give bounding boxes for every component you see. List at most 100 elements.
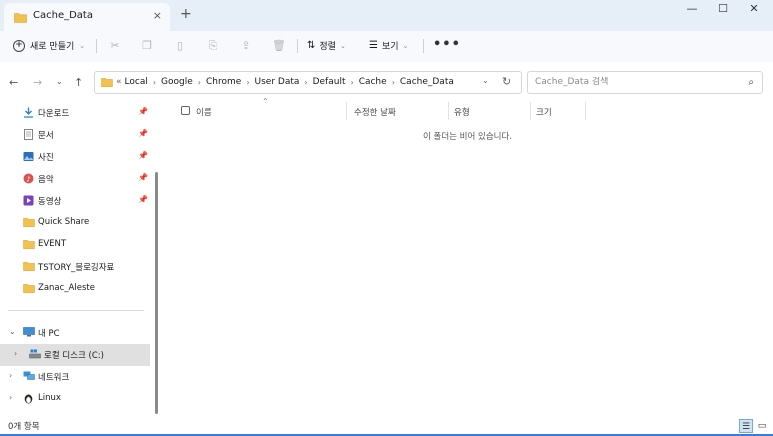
folder-icon bbox=[23, 283, 35, 294]
column-divider[interactable] bbox=[346, 102, 347, 120]
chevron-right-icon[interactable]: › bbox=[14, 349, 17, 358]
sidebar-item-music[interactable]: ♪ 음악 📌 bbox=[0, 168, 150, 190]
address-row: ← → ⌄ ↑ « Local › Google › Chrome › User… bbox=[0, 62, 773, 102]
chevron-down-icon[interactable]: ⌄ bbox=[9, 327, 16, 336]
back-arrow-icon[interactable]: ← bbox=[9, 76, 18, 89]
plus-icon: + bbox=[13, 39, 25, 52]
column-divider[interactable] bbox=[448, 102, 449, 120]
sort-button[interactable]: ⇅ 정렬 ⌄ bbox=[307, 39, 346, 52]
up-arrow-icon[interactable]: ↑ bbox=[74, 76, 83, 89]
more-options-button[interactable]: ••• bbox=[433, 37, 461, 52]
copy-icon[interactable]: ❐ bbox=[140, 39, 154, 53]
breadcrumb-item[interactable]: Google bbox=[161, 77, 193, 87]
linux-penguin-icon bbox=[23, 393, 34, 404]
search-input[interactable] bbox=[535, 77, 735, 87]
sidebar-item-label: 사진 bbox=[38, 153, 54, 163]
sidebar-item-this-pc[interactable]: ⌄ 내 PC bbox=[0, 322, 150, 344]
sidebar-item-tstory[interactable]: TSTORY_블로깅자료 bbox=[0, 256, 150, 278]
sidebar-item-label: 동영상 bbox=[38, 197, 62, 207]
chevron-right-icon[interactable]: › bbox=[9, 371, 12, 380]
sidebar-item-local-disk[interactable]: › 로컬 디스크 (C:) bbox=[0, 344, 150, 366]
video-icon bbox=[23, 195, 34, 206]
sidebar-item-downloads[interactable]: 다운로드 📌 bbox=[0, 102, 150, 124]
details-view-icon[interactable]: ☰ bbox=[739, 419, 753, 433]
select-all-checkbox[interactable] bbox=[181, 106, 190, 115]
sidebar-item-label: Zanac_Aleste bbox=[38, 283, 95, 293]
paste-icon[interactable]: ▯ bbox=[173, 39, 187, 53]
sidebar-item-pictures[interactable]: 사진 📌 bbox=[0, 146, 150, 168]
new-tab-button[interactable]: + bbox=[180, 6, 192, 22]
chevron-right-icon[interactable]: › bbox=[304, 78, 307, 87]
column-header-date-modified[interactable]: 수정한 날짜 bbox=[354, 106, 396, 124]
pictures-icon bbox=[23, 151, 34, 162]
pin-icon[interactable]: 📌 bbox=[138, 173, 148, 182]
maximize-button[interactable]: ☐ bbox=[712, 2, 734, 18]
chevron-right-icon[interactable]: › bbox=[9, 393, 12, 402]
column-divider[interactable] bbox=[530, 102, 531, 120]
breadcrumb-item[interactable]: Local bbox=[125, 77, 148, 87]
column-divider[interactable] bbox=[585, 102, 586, 120]
tab-close-icon[interactable]: × bbox=[153, 9, 162, 22]
view-button[interactable]: ☰ 보기 ⌄ bbox=[369, 39, 408, 52]
chevron-right-icon[interactable]: › bbox=[392, 78, 395, 87]
chevron-down-icon: ⌄ bbox=[339, 41, 346, 50]
pin-icon[interactable]: 📌 bbox=[138, 107, 148, 116]
command-bar: + 새로 만들기 ⌄ ✂ ❐ ▯ ⎘ ⇪ 🗑 ⇅ 정렬 ⌄ ☰ 보기 ⌄ ••• bbox=[0, 31, 773, 62]
folder-icon bbox=[23, 239, 35, 250]
network-icon bbox=[23, 371, 35, 382]
address-history-chevron-icon[interactable]: ⌄ bbox=[482, 76, 489, 85]
column-header-type[interactable]: 유형 bbox=[454, 106, 470, 124]
sidebar-item-quick-share[interactable]: Quick Share bbox=[0, 212, 150, 234]
toolbar-divider bbox=[297, 39, 298, 53]
close-window-button[interactable]: ✕ bbox=[743, 2, 765, 18]
sidebar-item-zanac-aleste[interactable]: Zanac_Aleste bbox=[0, 278, 150, 300]
tab-cache-data[interactable]: Cache_Data × bbox=[4, 3, 170, 31]
sidebar-item-label: 로컬 디스크 (C:) bbox=[44, 351, 104, 361]
breadcrumb-item[interactable]: Cache bbox=[359, 77, 387, 87]
breadcrumb-item[interactable]: Chrome bbox=[206, 77, 241, 87]
large-icons-view-icon[interactable]: ▭ bbox=[755, 419, 769, 433]
sidebar-item-label: 내 PC bbox=[38, 329, 60, 339]
forward-arrow-icon[interactable]: → bbox=[33, 76, 42, 89]
new-button[interactable]: + 새로 만들기 ⌄ bbox=[13, 39, 85, 52]
column-header-name[interactable]: 이름 bbox=[196, 106, 212, 124]
view-label: 보기 bbox=[381, 42, 399, 52]
navigation-pane: 다운로드 📌 문서 📌 사진 📌 ♪ 음악 📌 동영상 📌 Quick Shar… bbox=[0, 102, 158, 418]
share-icon[interactable]: ⇪ bbox=[239, 39, 253, 53]
delete-icon[interactable]: 🗑 bbox=[272, 39, 286, 53]
search-icon: ⌕ bbox=[748, 77, 754, 88]
sidebar-item-videos[interactable]: 동영상 📌 bbox=[0, 190, 150, 212]
chevron-right-icon[interactable]: › bbox=[246, 78, 249, 87]
column-header-size[interactable]: 크기 bbox=[536, 106, 552, 124]
chevron-right-icon[interactable]: › bbox=[350, 78, 353, 87]
minimize-button[interactable]: — bbox=[681, 2, 703, 18]
sidebar-item-linux[interactable]: › Linux bbox=[0, 388, 150, 410]
tab-title: Cache_Data bbox=[33, 10, 93, 21]
breadcrumb-item[interactable]: User Data bbox=[255, 77, 300, 87]
sidebar-scrollbar[interactable] bbox=[155, 172, 158, 414]
sidebar-item-event[interactable]: EVENT bbox=[0, 234, 150, 256]
rename-icon[interactable]: ⎘ bbox=[206, 39, 220, 53]
sort-icon: ⇅ bbox=[307, 40, 316, 51]
pin-icon[interactable]: 📌 bbox=[138, 129, 148, 138]
refresh-icon[interactable]: ↻ bbox=[502, 75, 511, 88]
address-bar[interactable]: « Local › Google › Chrome › User Data › … bbox=[94, 71, 522, 94]
sidebar-item-label: 다운로드 bbox=[38, 109, 70, 119]
sidebar-item-network[interactable]: › 네트워크 bbox=[0, 366, 150, 388]
cut-icon[interactable]: ✂ bbox=[108, 39, 122, 53]
pin-icon[interactable]: 📌 bbox=[138, 151, 148, 160]
sort-ascending-icon: ⌃ bbox=[262, 97, 269, 106]
breadcrumb-item-current[interactable]: Cache_Data bbox=[400, 77, 454, 87]
chevron-right-icon[interactable]: › bbox=[198, 78, 201, 87]
breadcrumb-item[interactable]: Default bbox=[313, 77, 346, 87]
chevron-down-icon: ⌄ bbox=[79, 41, 86, 50]
chevron-right-icon[interactable]: › bbox=[153, 78, 156, 87]
sidebar-item-label: Linux bbox=[38, 393, 61, 403]
chevron-down-icon: ⌄ bbox=[402, 41, 409, 50]
recent-locations-chevron-icon[interactable]: ⌄ bbox=[56, 77, 63, 86]
sidebar-item-documents[interactable]: 문서 📌 bbox=[0, 124, 150, 146]
breadcrumb-overflow[interactable]: « bbox=[116, 77, 122, 87]
search-box[interactable]: ⌕ bbox=[527, 71, 763, 94]
pin-icon[interactable]: 📌 bbox=[138, 195, 148, 204]
breadcrumb: « Local › Google › Chrome › User Data › … bbox=[116, 77, 454, 87]
